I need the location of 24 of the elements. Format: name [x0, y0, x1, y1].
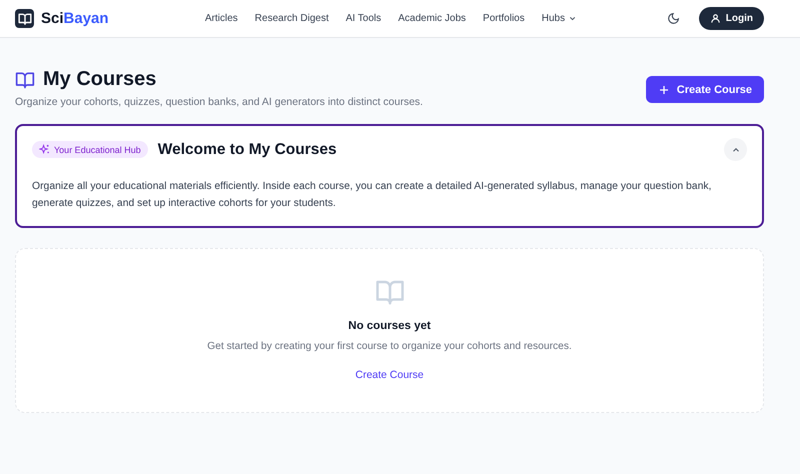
sparkle-icon [39, 144, 50, 155]
book-logo-icon[interactable] [15, 9, 34, 28]
moon-icon[interactable] [666, 12, 680, 25]
page-title: My Courses [43, 68, 156, 91]
chevron-down-icon [568, 14, 577, 23]
welcome-text: Organize all your educational materials efficiently. Inside each course, you can create a detailed AI-generated syllabus, manage your question bank, generate quizzes, and set up interactive cohorts for your students. [32, 180, 712, 211]
create-course-button[interactable]: Create Course [646, 76, 764, 103]
welcome-title: Welcome to My Courses [158, 140, 338, 158]
nav-link[interactable]: Academic Jobs [398, 13, 466, 24]
empty-text: Get started by creating your first course to organize your cohorts and resources. [207, 341, 572, 352]
login-button[interactable]: Login [698, 7, 764, 30]
plus-icon [658, 84, 670, 96]
empty-title: No courses yet [348, 320, 431, 332]
create-course-link[interactable]: Create Course [355, 369, 424, 381]
page-subtitle: Organize your cohorts, quizzes, question banks, and AI generators into distinct courses. [15, 96, 423, 108]
user-icon [710, 13, 721, 24]
nav-link[interactable]: Articles [205, 13, 238, 24]
site-name[interactable]: SciBayan [41, 10, 109, 27]
nav-link[interactable]: Portfolios [482, 13, 525, 24]
nav-link[interactable]: Hubs [542, 13, 577, 24]
nav-link[interactable]: Research Digest [254, 13, 329, 24]
hub-badge: Your Educational Hub [32, 141, 148, 158]
book-icon [15, 70, 35, 90]
nav-link[interactable]: AI Tools [346, 13, 382, 24]
